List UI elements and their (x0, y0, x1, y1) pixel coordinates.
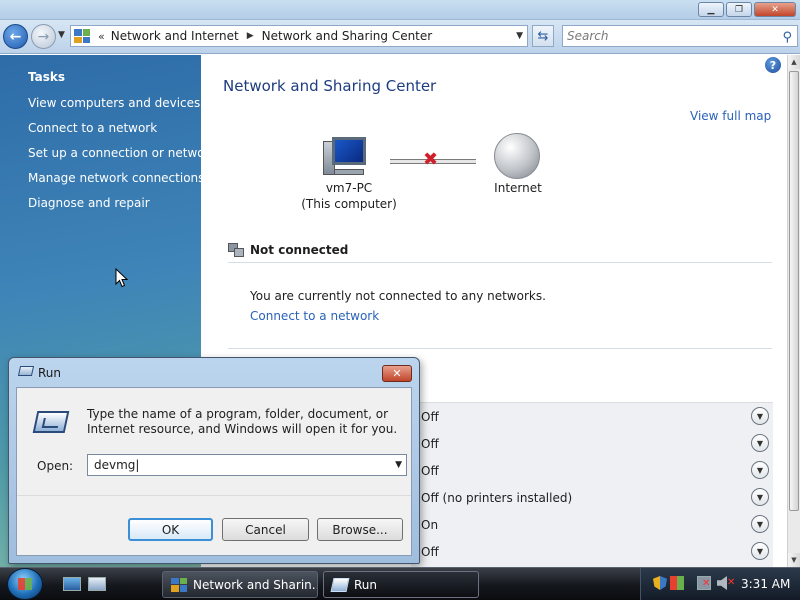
recent-pages-dropdown-icon[interactable]: ▼ (58, 30, 65, 40)
sharing-row: Off (no printers installed) ▼ (421, 484, 769, 511)
run-icon (17, 366, 35, 376)
window-controls: ▁ ❐ ✕ (698, 2, 796, 17)
globe-icon[interactable] (494, 133, 540, 179)
start-button[interactable] (7, 568, 43, 600)
control-panel-icon (74, 29, 90, 43)
address-bar[interactable]: « Network and Internet ▶ Network and Sha… (70, 25, 528, 47)
sharing-value: Off (421, 464, 439, 478)
run-dialog-title: Run (38, 366, 62, 380)
cancel-button[interactable]: Cancel (222, 518, 309, 541)
scroll-down-icon[interactable]: ▼ (788, 553, 800, 567)
internet-label: Internet (494, 181, 542, 195)
run-dialog-titlebar[interactable]: Run ✕ (9, 358, 419, 384)
sharing-value: Off (421, 545, 439, 559)
sidebar-item-setup-connection[interactable]: Set up a connection or network (28, 146, 216, 160)
status-title: Not connected (250, 243, 349, 257)
run-dialog-footer: OK Cancel Browse... (17, 495, 411, 555)
run-close-button[interactable]: ✕ (382, 365, 412, 382)
open-input[interactable]: devmg| ▼ (87, 454, 407, 476)
breadcrumb-network-sharing-center[interactable]: Network and Sharing Center (262, 29, 433, 43)
run-description: Type the name of a program, folder, docu… (87, 407, 398, 436)
search-input[interactable]: Search ⚲ (562, 25, 798, 47)
sharing-row: On ▼ (421, 511, 769, 538)
sidebar-item-connect-network[interactable]: Connect to a network (28, 121, 157, 135)
close-button[interactable]: ✕ (754, 2, 796, 17)
breadcrumb-network-and-internet[interactable]: Network and Internet (111, 29, 239, 43)
taskbar-button-run[interactable]: Run (323, 571, 479, 598)
taskbar: Network and Sharin... Run ✕ 3:31 AM (0, 567, 800, 600)
view-full-map-link[interactable]: View full map (690, 109, 771, 123)
run-dialog-body: Type the name of a program, folder, docu… (16, 387, 412, 556)
sharing-row: Off ▼ (421, 430, 769, 457)
sharing-row: Off ▼ (421, 403, 769, 430)
windows-flag-icon[interactable] (670, 576, 684, 590)
section-divider (228, 348, 772, 349)
chevron-down-icon[interactable]: ▼ (751, 488, 769, 506)
chevron-left-icon[interactable]: « (98, 30, 105, 43)
mouse-cursor-icon (115, 268, 129, 288)
sharing-value: Off (421, 437, 439, 451)
clock[interactable]: 3:31 AM (741, 577, 790, 591)
window-titlebar: ▁ ❐ ✕ (0, 0, 800, 20)
refresh-icon[interactable]: ⇆ (532, 25, 554, 47)
section-divider (228, 262, 772, 263)
sidebar-item-diagnose-repair[interactable]: Diagnose and repair (28, 196, 150, 210)
search-icon[interactable]: ⚲ (782, 28, 792, 48)
sharing-value: On (421, 518, 439, 532)
vertical-scrollbar[interactable]: ▲ ▼ (787, 55, 800, 567)
browse-button[interactable]: Browse... (317, 518, 403, 541)
sharing-row: Off ▼ (421, 457, 769, 484)
show-desktop-icon[interactable] (63, 577, 81, 591)
help-icon[interactable]: ? (765, 57, 781, 73)
chevron-down-icon[interactable]: ▼ (751, 542, 769, 560)
breadcrumb-separator-icon[interactable]: ▶ (247, 31, 254, 41)
mute-x-icon: ✕ (727, 577, 736, 588)
network-icon (228, 241, 246, 259)
back-arrow-icon[interactable]: ← (3, 24, 28, 49)
sharing-value: Off (421, 410, 439, 424)
search-placeholder: Search (567, 29, 609, 43)
computer-name: vm7-PC (325, 181, 373, 195)
network-disconnected-icon[interactable] (697, 576, 711, 590)
sharing-discovery-panel: Off ▼ Off ▼ Off ▼ Off (no printers insta… (411, 402, 773, 567)
chevron-down-icon[interactable]: ▼ (751, 461, 769, 479)
maximize-button[interactable]: ❐ (726, 2, 752, 17)
system-tray: ✕ 3:31 AM (640, 568, 800, 600)
minimize-button[interactable]: ▁ (698, 2, 724, 17)
sharing-row: Off ▼ (421, 538, 769, 565)
taskbar-button-network[interactable]: Network and Sharin... (162, 571, 318, 598)
chevron-down-icon[interactable]: ▼ (751, 407, 769, 425)
run-program-icon (32, 411, 70, 433)
text-caret: | (135, 458, 140, 472)
connect-to-network-link[interactable]: Connect to a network (250, 309, 379, 323)
sidebar-item-view-computers[interactable]: View computers and devices (28, 96, 200, 110)
status-text: You are currently not connected to any n… (250, 289, 546, 303)
scroll-up-icon[interactable]: ▲ (788, 55, 800, 69)
volume-icon[interactable] (717, 576, 727, 590)
taskbar-button-label: Run (354, 577, 378, 592)
open-input-value: devmg (94, 458, 136, 472)
chevron-down-icon[interactable]: ▼ (751, 515, 769, 533)
open-dropdown-icon[interactable]: ▼ (395, 455, 402, 475)
switch-windows-icon[interactable] (88, 577, 106, 591)
sidebar-title: Tasks (28, 70, 66, 84)
address-dropdown-icon[interactable]: ▼ (516, 31, 523, 41)
sidebar-item-manage-connections[interactable]: Manage network connections (28, 171, 204, 185)
sharing-value: Off (no printers installed) (421, 491, 573, 505)
taskbar-button-label: Network and Sharin... (193, 577, 318, 592)
scroll-thumb[interactable] (789, 71, 799, 511)
security-shield-icon[interactable] (653, 576, 667, 590)
run-icon (330, 577, 350, 592)
forward-arrow-icon[interactable]: → (31, 24, 56, 49)
chevron-down-icon[interactable]: ▼ (751, 434, 769, 452)
control-panel-icon (171, 577, 187, 592)
navigation-bar: ← → ▼ « Network and Internet ▶ Network a… (0, 20, 800, 54)
ok-button[interactable]: OK (128, 518, 213, 541)
computer-icon[interactable] (323, 135, 367, 177)
red-x-icon[interactable]: ✖ (423, 151, 438, 169)
computer-subtitle: (This computer) (301, 197, 397, 211)
open-label: Open: (37, 459, 74, 473)
run-dialog: Run ✕ Type the name of a program, folder… (8, 357, 420, 564)
page-title: Network and Sharing Center (223, 77, 437, 95)
